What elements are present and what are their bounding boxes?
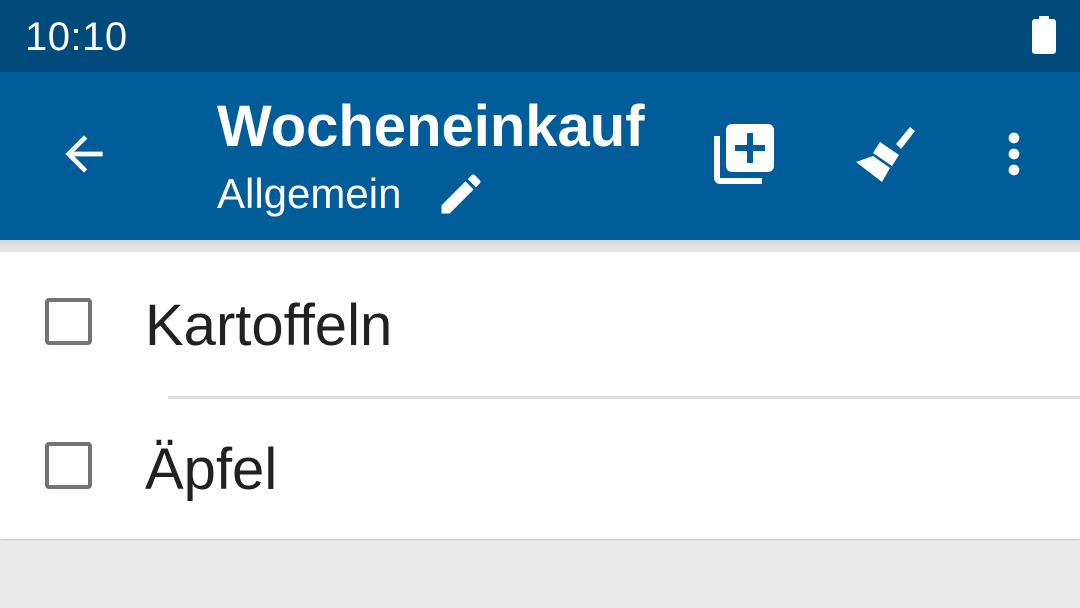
list-title: Wocheneinkauf xyxy=(217,94,645,159)
status-time: 10:10 xyxy=(25,15,128,59)
toolbar-shadow xyxy=(0,240,1080,252)
more-vert-icon xyxy=(1008,132,1020,176)
edit-store-button[interactable] xyxy=(431,164,491,224)
shopping-list: Kartoffeln Äpfel xyxy=(0,252,1080,539)
item-label: Äpfel xyxy=(145,437,278,502)
arrow-back-icon xyxy=(65,135,103,173)
item-checkbox[interactable] xyxy=(45,298,92,345)
library-add-icon xyxy=(714,124,774,184)
pencil-icon xyxy=(441,174,481,214)
add-item-button[interactable] xyxy=(704,114,784,194)
status-bar: 10:10 xyxy=(0,0,1080,72)
store-subtitle: Allgemein xyxy=(217,170,402,217)
broom-icon xyxy=(856,127,915,182)
item-label: Kartoffeln xyxy=(145,293,393,358)
subtitle-row: Allgemein xyxy=(217,166,491,222)
battery-full-icon xyxy=(1032,16,1056,54)
more-options-button[interactable] xyxy=(974,114,1054,194)
clear-checked-button[interactable] xyxy=(846,114,926,194)
item-checkbox[interactable] xyxy=(45,442,92,489)
list-item[interactable]: Kartoffeln xyxy=(0,252,1080,395)
back-button[interactable] xyxy=(44,114,124,194)
toolbar: Wocheneinkauf Allgemein xyxy=(0,72,1080,240)
list-item[interactable]: Äpfel xyxy=(0,399,1080,542)
